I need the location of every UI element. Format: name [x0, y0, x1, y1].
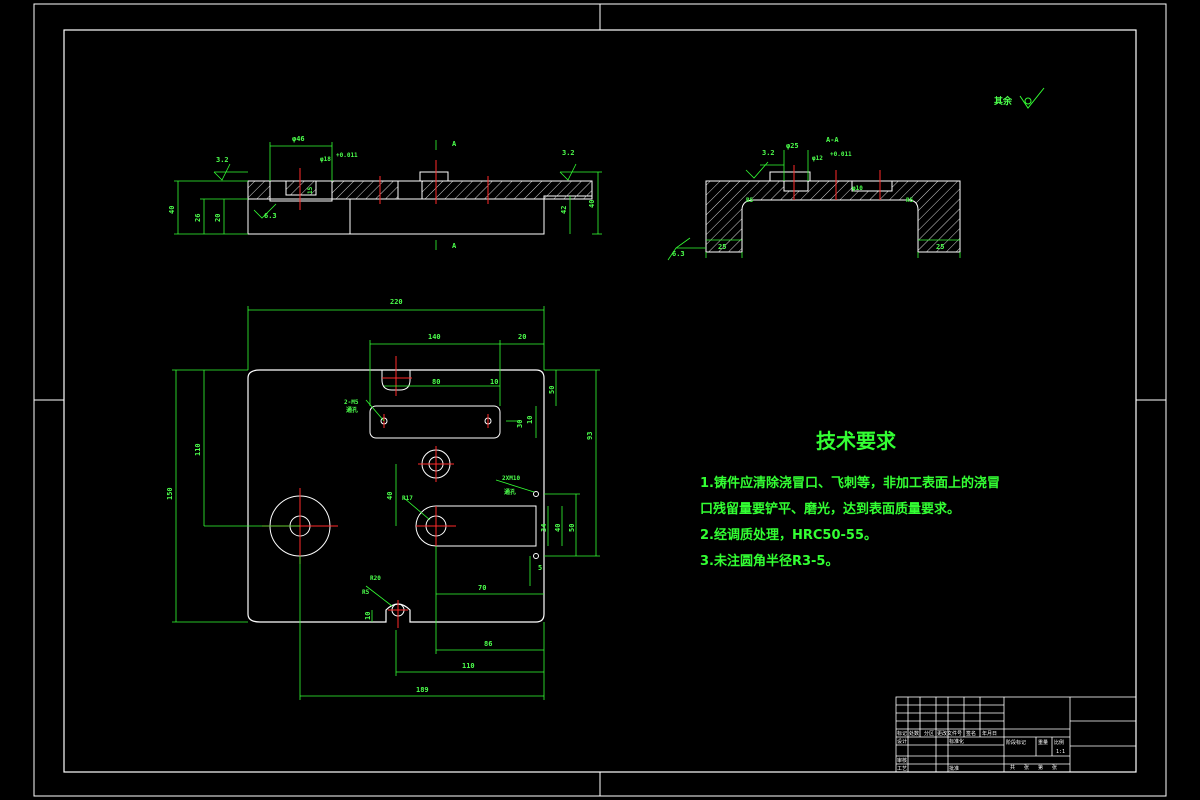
svg-text:40: 40: [588, 200, 596, 208]
svg-text:签名: 签名: [966, 730, 976, 737]
svg-text:25: 25: [936, 243, 944, 251]
svg-text:93: 93: [586, 432, 594, 440]
svg-text:20: 20: [518, 333, 526, 341]
title-block: 标记 处数 分区 更改文件号 签名 年月日 设计 标准化 审核 工艺 批准 阶段…: [895, 696, 1137, 773]
svg-text:φ18: φ18: [320, 156, 331, 163]
svg-text:80: 80: [432, 378, 440, 386]
svg-text:150: 150: [166, 487, 174, 500]
plan-view: 220 140 20 80 10 70 86 110 189 150 110 4…: [166, 298, 600, 700]
requirement-line: 口残留量要铲平、磨光，达到表面质量要求。: [700, 501, 960, 517]
svg-text:70: 70: [478, 584, 486, 592]
svg-text:5: 5: [538, 564, 542, 572]
svg-text:6.3: 6.3: [672, 250, 685, 258]
svg-text:A-A: A-A: [826, 136, 839, 144]
svg-text:R5: R5: [362, 589, 370, 596]
svg-text:10: 10: [526, 416, 534, 424]
svg-text:A: A: [452, 140, 457, 148]
svg-text:40: 40: [554, 524, 562, 532]
svg-text:6.3: 6.3: [264, 212, 277, 220]
svg-text:2-M5: 2-M5: [344, 399, 359, 406]
svg-text:标准化: 标准化: [949, 738, 964, 745]
svg-text:工艺: 工艺: [897, 766, 907, 772]
svg-text:2XM10: 2XM10: [502, 475, 520, 482]
cad-drawing: 其余 A A φ46 φ18 +0.011 3.2 3.2 6.3 40 26 …: [33, 3, 1167, 797]
svg-text:3.2: 3.2: [762, 149, 775, 157]
svg-text:1:1: 1:1: [1056, 749, 1065, 755]
svg-text:比例: 比例: [1054, 739, 1064, 746]
svg-text:批准: 批准: [949, 765, 959, 772]
svg-text:220: 220: [390, 298, 403, 306]
svg-text:30: 30: [516, 420, 524, 428]
svg-text:10: 10: [364, 612, 372, 620]
svg-text:R17: R17: [402, 495, 413, 502]
svg-text:40: 40: [386, 492, 394, 500]
svg-text:φ10: φ10: [852, 185, 863, 192]
svg-text:10: 10: [490, 378, 498, 386]
section-view: A A φ46 φ18 +0.011 3.2 3.2 6.3 40 26 20 …: [168, 135, 602, 250]
svg-text:φ25: φ25: [786, 142, 799, 150]
svg-text:R5: R5: [746, 197, 754, 204]
requirements-title: 技术要求: [816, 429, 897, 453]
svg-text:通孔: 通孔: [346, 406, 358, 414]
svg-text:110: 110: [194, 443, 202, 456]
svg-text:通孔: 通孔: [504, 488, 516, 496]
svg-text:分区: 分区: [924, 730, 934, 737]
svg-text:共: 共: [1010, 764, 1015, 771]
svg-text:+0.011: +0.011: [336, 152, 358, 159]
side-view: A-A φ25 φ12 +0.011 φ10 3.2 6.3 25 25 R5 …: [667, 136, 961, 261]
svg-text:110: 110: [462, 662, 475, 670]
requirement-line: 2.经调质处理，HRC50-55。: [700, 527, 877, 543]
svg-text:25: 25: [718, 243, 726, 251]
svg-text:审核: 审核: [897, 757, 907, 764]
svg-text:34: 34: [540, 524, 548, 532]
svg-text:50: 50: [568, 524, 576, 532]
requirement-line: 3.未注圆角半径R3-5。: [700, 553, 838, 569]
svg-text:42: 42: [560, 206, 568, 214]
svg-text:第: 第: [1038, 764, 1043, 771]
svg-text:其余: 其余: [994, 95, 1013, 107]
svg-text:26: 26: [194, 214, 202, 222]
svg-text:φ46: φ46: [292, 135, 305, 143]
svg-text:更改文件号: 更改文件号: [937, 730, 962, 737]
svg-text:φ12: φ12: [812, 155, 823, 162]
requirement-line: 1.铸件应清除浇冒口、飞刺等，非加工表面上的浇冒: [700, 475, 1000, 491]
svg-text:张: 张: [1024, 764, 1029, 771]
svg-text:阶段标记: 阶段标记: [1006, 739, 1026, 746]
svg-text:15: 15: [307, 186, 314, 194]
svg-text:20: 20: [214, 214, 222, 222]
roughness-note: 其余: [994, 87, 1045, 109]
svg-text:+0.011: +0.011: [830, 151, 852, 158]
svg-text:A: A: [452, 242, 457, 250]
svg-text:189: 189: [416, 686, 429, 694]
svg-text:140: 140: [428, 333, 441, 341]
svg-text:86: 86: [484, 640, 492, 648]
technical-requirements: 技术要求 1.铸件应清除浇冒口、飞刺等，非加工表面上的浇冒 口残留量要铲平、磨光…: [700, 429, 1000, 569]
svg-text:年月日: 年月日: [982, 730, 997, 737]
svg-text:处数: 处数: [909, 730, 919, 737]
svg-text:标记: 标记: [897, 730, 907, 737]
svg-text:40: 40: [168, 206, 176, 214]
svg-text:重量: 重量: [1038, 739, 1048, 746]
svg-text:3.2: 3.2: [562, 149, 575, 157]
svg-text:张: 张: [1052, 764, 1057, 771]
svg-text:3.2: 3.2: [216, 156, 229, 164]
svg-text:50: 50: [548, 386, 556, 394]
svg-text:设计: 设计: [897, 738, 907, 745]
svg-text:R20: R20: [370, 575, 381, 582]
svg-text:R5: R5: [906, 197, 914, 204]
